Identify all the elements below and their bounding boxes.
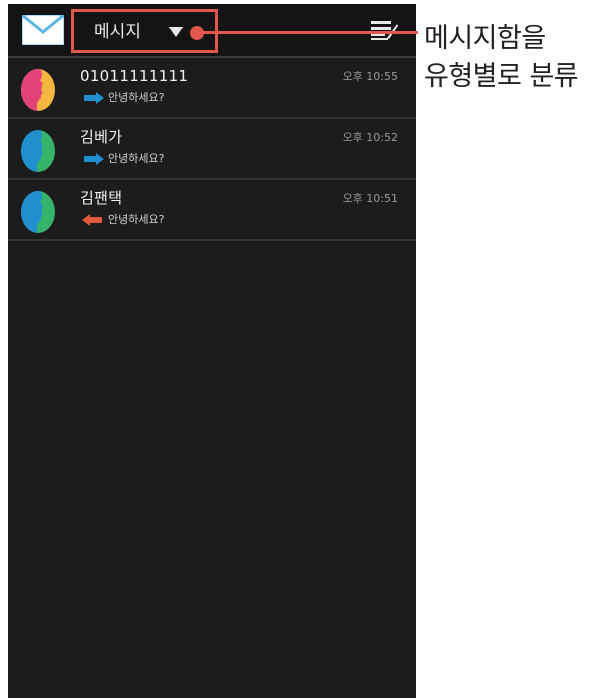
incoming-arrow-icon — [82, 214, 102, 226]
callout-annotation: 메시지함을 유형별로 분류 — [424, 20, 600, 96]
folder-label: 메시지 — [94, 22, 141, 42]
contact-name: 김베가 — [80, 128, 123, 146]
message-row[interactable]: 김베가 오후 10:52 안녕하세요? — [8, 119, 416, 180]
message-preview: 안녕하세요? — [108, 152, 165, 165]
message-row[interactable]: 01011111111 오후 10:55 안녕하세요? — [8, 58, 416, 119]
contact-avatar-icon[interactable] — [20, 68, 56, 112]
message-time: 오후 10:52 — [342, 131, 398, 144]
message-preview: 안녕하세요? — [108, 91, 165, 104]
contact-avatar-icon[interactable] — [20, 129, 56, 173]
compose-icon[interactable] — [370, 17, 398, 41]
message-time: 오후 10:55 — [342, 70, 398, 83]
contact-name: 01011111111 — [80, 67, 189, 85]
message-row[interactable]: 김팬택 오후 10:51 안녕하세요? — [8, 180, 416, 241]
contact-avatar-icon[interactable] — [20, 190, 56, 234]
caret-down-icon — [169, 27, 183, 37]
contact-name: 김팬택 — [80, 189, 123, 207]
callout-line-2: 유형별로 분류 — [424, 61, 579, 92]
callout-line — [200, 31, 418, 34]
outgoing-arrow-icon — [84, 153, 104, 165]
page: 메시지 01011111111 오후 10:55 안녕하세요? 김베가 오후 10:52… — [0, 0, 603, 698]
message-preview: 안녕하세요? — [108, 213, 165, 226]
message-time: 오후 10:51 — [342, 192, 398, 205]
outgoing-arrow-icon — [84, 92, 104, 104]
callout-line-1: 메시지함을 — [424, 23, 546, 54]
phone-screen: 메시지 01011111111 오후 10:55 안녕하세요? 김베가 오후 10:52… — [8, 4, 416, 698]
envelope-icon[interactable] — [22, 15, 64, 45]
